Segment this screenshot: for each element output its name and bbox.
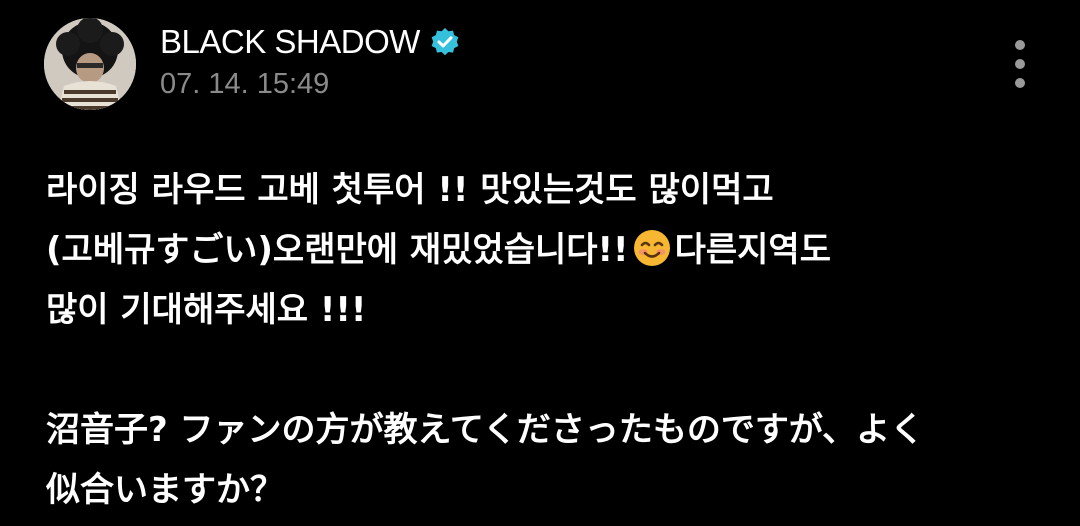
vertical-ellipsis-icon	[1015, 40, 1025, 50]
post-text-segment: 다른지역도	[674, 230, 831, 270]
author-avatar[interactable]	[44, 18, 136, 110]
post-text-line: 라이징 라우드 고베 첫투어 !! 맛있는것도 많이먹고	[46, 170, 774, 210]
post-text-spacer	[46, 340, 1056, 400]
author-header: BLACK SHADOW	[160, 20, 460, 64]
post-text-line: 많이 기대해주세요 !!!	[46, 290, 367, 330]
post-text-line: (고베규すごい)오랜만에 재밌었습니다!! 다른지역도	[46, 220, 1056, 280]
more-options-button[interactable]	[1006, 40, 1034, 88]
author-name[interactable]: BLACK SHADOW	[160, 23, 420, 61]
post-card: BLACK SHADOW 07. 14. 15:49 라이징 라우드 고베 첫투…	[0, 0, 1080, 526]
ellipsis-dot	[1015, 59, 1025, 69]
post-text-line: 沼音子? ファンの方が教えてくださったものですが、よく	[46, 410, 925, 450]
ellipsis-dot	[1015, 78, 1025, 88]
avatar-image	[44, 18, 136, 110]
verified-badge-icon	[430, 27, 460, 57]
post-text: 라이징 라우드 고베 첫투어 !! 맛있는것도 많이먹고 (고베규すごい)오랜만…	[46, 160, 1056, 520]
post-text-line: 似合いますか？	[46, 470, 284, 510]
post-text-segment: (고베규すごい)오랜만에 재밌었습니다!!	[46, 230, 629, 270]
post-timestamp: 07. 14. 15:49	[160, 68, 330, 100]
smiling-face-icon	[633, 226, 671, 266]
